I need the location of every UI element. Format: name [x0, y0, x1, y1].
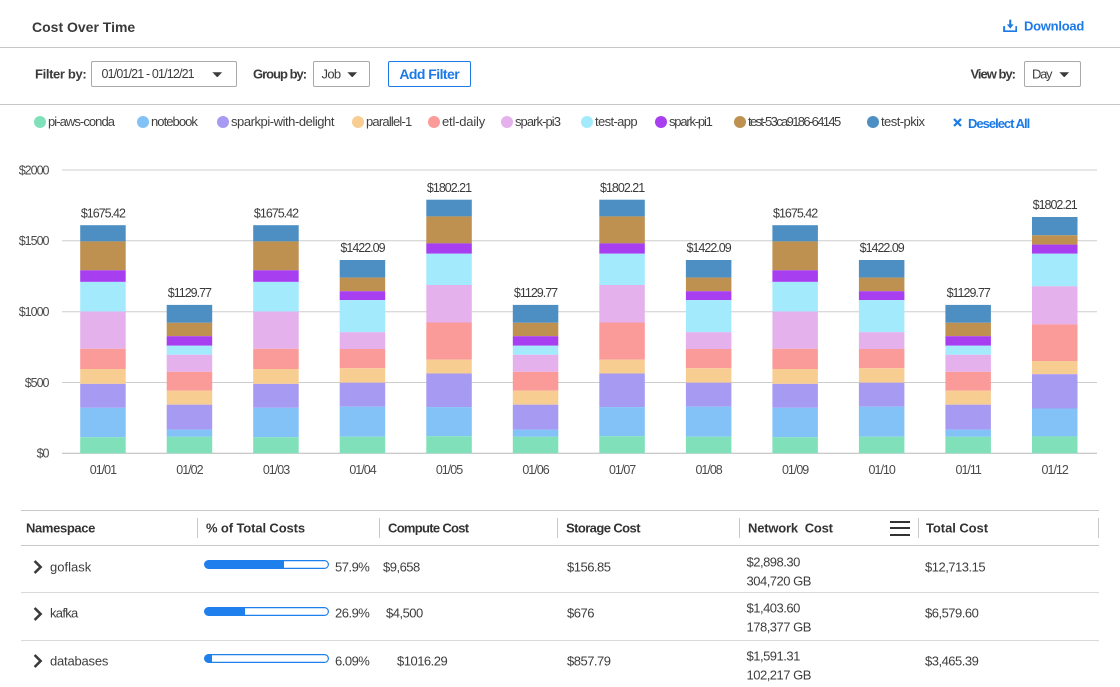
- svg-text:01/02: 01/02: [176, 463, 203, 477]
- svg-text:01/06: 01/06: [522, 463, 549, 477]
- svg-text:01/12: 01/12: [1042, 463, 1069, 477]
- svg-text:$1675.42: $1675.42: [254, 206, 299, 220]
- svg-text:$500: $500: [25, 376, 50, 390]
- svg-text:01/09: 01/09: [782, 463, 809, 477]
- svg-text:$1802.21: $1802.21: [1033, 198, 1078, 212]
- svg-text:01/07: 01/07: [609, 463, 636, 477]
- svg-text:$0: $0: [37, 447, 50, 461]
- svg-text:$1129.77: $1129.77: [947, 286, 991, 300]
- svg-text:$1675.42: $1675.42: [81, 206, 126, 220]
- svg-text:$1000: $1000: [19, 305, 50, 319]
- svg-text:$1802.21: $1802.21: [600, 181, 645, 195]
- svg-text:01/05: 01/05: [436, 463, 463, 477]
- svg-text:$1422.09: $1422.09: [687, 241, 732, 255]
- svg-text:$1129.77: $1129.77: [168, 286, 212, 300]
- svg-text:01/03: 01/03: [263, 463, 290, 477]
- svg-text:01/08: 01/08: [695, 463, 722, 477]
- svg-text:$1422.09: $1422.09: [860, 241, 905, 255]
- svg-text:$1802.21: $1802.21: [427, 181, 472, 195]
- svg-text:01/04: 01/04: [349, 463, 376, 477]
- svg-text:$1422.09: $1422.09: [340, 241, 385, 255]
- svg-text:$1500: $1500: [19, 234, 50, 248]
- svg-text:01/11: 01/11: [956, 463, 982, 477]
- svg-text:01/10: 01/10: [869, 463, 896, 477]
- svg-text:$1675.42: $1675.42: [773, 206, 818, 220]
- svg-text:01/01: 01/01: [90, 463, 117, 477]
- svg-text:$1129.77: $1129.77: [514, 286, 558, 300]
- svg-text:$2000: $2000: [19, 163, 50, 177]
